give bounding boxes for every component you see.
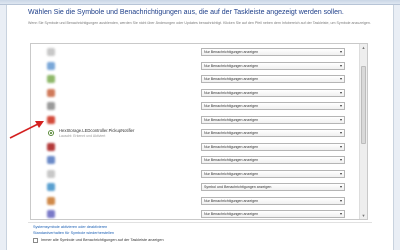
app-icon: [47, 169, 55, 178]
system-icons-link[interactable]: Systemsymbole aktivieren oder deaktivier…: [33, 225, 107, 229]
app-icon: [47, 142, 55, 151]
behavior-dropdown-value: Nur Benachrichtigungen anzeigen: [204, 212, 259, 216]
chevron-down-icon[interactable]: ▾: [340, 76, 342, 82]
app-icon: [48, 130, 54, 136]
app-subtitle: Lauscht: Erkennt und Aktiviert: [59, 133, 106, 138]
behavior-dropdown-value: Symbol und Benachrichtigungen anzeigen: [204, 185, 272, 189]
always-show-all-label: Immer alle Symbole und Benachrichtigunge…: [41, 238, 164, 242]
behavior-dropdown[interactable]: Nur Benachrichtigungen anzeigen ▾: [201, 142, 345, 151]
app-icon: [47, 48, 55, 56]
list-item: HexStorage.LEDcontroller.PickupNotifier L…: [31, 127, 361, 140]
chevron-down-icon[interactable]: ▾: [340, 130, 342, 136]
app-icon: [47, 115, 55, 124]
behavior-dropdown[interactable]: Nur Benachrichtigungen anzeigen ▾: [201, 61, 345, 70]
chevron-down-icon[interactable]: ▾: [340, 184, 342, 190]
behavior-dropdown[interactable]: Nur Benachrichtigungen anzeigen ▾: [201, 88, 345, 97]
behavior-dropdown-value: Nur Benachrichtigungen anzeigen: [204, 104, 259, 108]
vertical-scrollbar[interactable]: ▲ ▼: [359, 44, 367, 219]
behavior-dropdown[interactable]: Nur Benachrichtigungen anzeigen ▾: [201, 210, 345, 218]
behavior-dropdown[interactable]: Nur Benachrichtigungen anzeigen ▾: [201, 48, 345, 56]
behavior-dropdown[interactable]: Nur Benachrichtigungen anzeigen ▾: [201, 129, 345, 137]
chevron-down-icon[interactable]: ▾: [340, 63, 342, 69]
chevron-down-icon[interactable]: ▾: [340, 144, 342, 150]
scroll-thumb[interactable]: [361, 66, 366, 144]
divider: [28, 222, 372, 223]
behavior-dropdown-value: Nur Benachrichtigungen anzeigen: [204, 63, 259, 68]
list-item: Nur Benachrichtigungen anzeigen ▾: [31, 114, 361, 127]
behavior-dropdown-value: Nur Benachrichtigungen anzeigen: [204, 171, 259, 176]
behavior-dropdown-value: Nur Benachrichtigungen anzeigen: [204, 198, 259, 203]
restore-defaults-link[interactable]: Standardverhalten für Symbole wiederhers…: [33, 231, 114, 235]
app-icon: [47, 102, 55, 110]
chevron-down-icon[interactable]: ▾: [340, 117, 342, 123]
list-item: Nur Benachrichtigungen anzeigen ▾: [31, 73, 361, 86]
app-icon: [47, 210, 55, 218]
behavior-dropdown[interactable]: Nur Benachrichtigungen anzeigen ▾: [201, 115, 345, 124]
behavior-dropdown[interactable]: Nur Benachrichtigungen anzeigen ▾: [201, 156, 345, 164]
behavior-dropdown-value: Nur Benachrichtigungen anzeigen: [204, 50, 259, 54]
icons-list[interactable]: Nur Benachrichtigungen anzeigen ▾ Nur Bena…: [30, 43, 368, 220]
scroll-down-icon[interactable]: ▼: [361, 213, 366, 218]
chevron-down-icon[interactable]: ▾: [340, 103, 342, 109]
chevron-down-icon[interactable]: ▾: [340, 49, 342, 55]
app-icon: [47, 61, 55, 70]
behavior-dropdown-value: Nur Benachrichtigungen anzeigen: [204, 144, 259, 149]
chevron-down-icon[interactable]: ▾: [340, 211, 342, 217]
behavior-dropdown-value: Nur Benachrichtigungen anzeigen: [204, 158, 259, 162]
page-description: Wenn Sie Symbole und Benachrichtigungen …: [28, 21, 371, 25]
behavior-dropdown-value: Nur Benachrichtigungen anzeigen: [204, 77, 259, 81]
list-item: Nur Benachrichtigungen anzeigen ▾: [31, 60, 361, 73]
red-annotation-arrow-icon: [9, 121, 44, 139]
app-icon: [47, 156, 55, 164]
behavior-dropdown[interactable]: Nur Benachrichtigungen anzeigen ▾: [201, 169, 345, 178]
app-icon: [47, 75, 55, 83]
chevron-down-icon[interactable]: ▾: [340, 157, 342, 163]
list-item: Nur Benachrichtigungen anzeigen ▾: [31, 195, 361, 208]
behavior-dropdown[interactable]: Nur Benachrichtigungen anzeigen ▾: [201, 196, 345, 205]
list-item: Nur Benachrichtigungen anzeigen ▾: [31, 100, 361, 113]
list-item: Nur Benachrichtigungen anzeigen ▾: [31, 208, 361, 219]
list-item: Nur Benachrichtigungen anzeigen ▾: [31, 141, 361, 154]
behavior-dropdown[interactable]: Symbol und Benachrichtigungen anzeigen ▾: [201, 183, 345, 191]
list-item: Nur Benachrichtigungen anzeigen ▾: [31, 154, 361, 167]
app-icon: [47, 88, 55, 97]
behavior-dropdown-value: Nur Benachrichtigungen anzeigen: [204, 131, 259, 135]
behavior-dropdown-value: Nur Benachrichtigungen anzeigen: [204, 117, 259, 122]
behavior-dropdown[interactable]: Nur Benachrichtigungen anzeigen ▾: [201, 75, 345, 83]
app-name: HexStorage.LEDcontroller.PickupNotifier: [59, 128, 135, 133]
list-item: Nur Benachrichtigungen anzeigen ▾: [31, 87, 361, 100]
scroll-up-icon[interactable]: ▲: [361, 45, 366, 50]
behavior-dropdown-value: Nur Benachrichtigungen anzeigen: [204, 90, 259, 95]
chevron-down-icon[interactable]: ▾: [340, 198, 342, 204]
list-item: Symbol und Benachrichtigungen anzeigen ▾: [31, 181, 361, 194]
chevron-down-icon[interactable]: ▾: [340, 90, 342, 96]
chevron-down-icon[interactable]: ▾: [340, 171, 342, 177]
always-show-all-checkbox[interactable]: [33, 238, 38, 243]
list-item: Nur Benachrichtigungen anzeigen ▾: [31, 168, 361, 181]
app-icon: [47, 183, 55, 191]
list-item: Nur Benachrichtigungen anzeigen ▾: [31, 46, 361, 59]
app-icon: [47, 196, 55, 205]
page-title: Wählen Sie die Symbole und Benachrichtig…: [28, 9, 344, 16]
behavior-dropdown[interactable]: Nur Benachrichtigungen anzeigen ▾: [201, 102, 345, 110]
